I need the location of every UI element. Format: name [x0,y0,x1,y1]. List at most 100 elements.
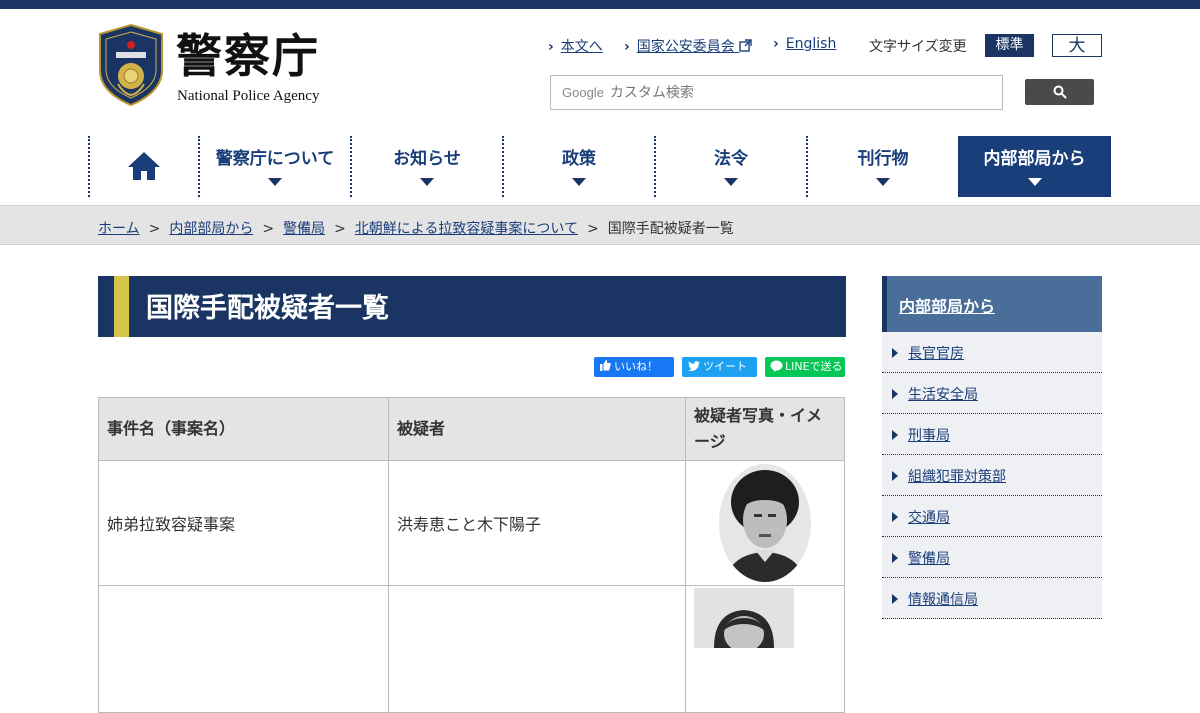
english-link[interactable]: › English [773,36,836,52]
nav-internal-bureaus[interactable]: 内部部局から [958,136,1111,197]
nav-label: 法令 [714,149,748,169]
sidebar-item-secretariat[interactable]: 長官官房 [882,332,1102,373]
sidebar-item-criminal-affairs[interactable]: 刑事局 [882,414,1102,455]
triangle-right-icon [892,389,898,399]
nav-home[interactable] [88,136,198,197]
sidebar-item-traffic[interactable]: 交通局 [882,496,1102,537]
suspect-photo-cell [685,585,845,713]
triangle-right-icon [892,553,898,563]
line-label: LINEで送る [785,360,843,373]
breadcrumb-internal-bureaus[interactable]: 内部部局から [169,221,253,237]
column-header-suspect: 被疑者 [388,397,686,461]
column-header-photo: 被疑者写真・イメージ [685,397,845,461]
link-label: 国家公安委員会 [636,39,735,55]
search-button[interactable] [1025,79,1094,105]
nav-label: 刊行物 [857,149,909,169]
case-name-cell: 姉弟拉致容疑事案 [98,460,389,586]
caret-down-icon [268,178,282,186]
font-size-label: 文字サイズ変更 [869,39,967,55]
logo-title: 警察庁 [176,29,320,83]
breadcrumb-security-bureau[interactable]: 警備局 [283,221,325,237]
site-logo[interactable]: 警察庁 National Police Agency [98,24,338,108]
column-header-case: 事件名（事案名） [98,397,389,461]
sidebar-item-info-communications[interactable]: 情報通信局 [882,578,1102,619]
nav-laws[interactable]: 法令 [654,136,806,197]
sidebar-title: 内部部局から [899,297,996,316]
breadcrumb-home[interactable]: ホーム [98,221,140,237]
table-row: 姉弟拉致容疑事案 洪寿恵こと木下陽子 [98,460,845,586]
public-safety-commission-link[interactable]: › 国家公安委員会 [624,36,752,56]
global-nav: 警察庁について お知らせ 政策 法令 刊行物 内部部局から [88,136,1112,197]
sidebar-item-label: 組織犯罪対策部 [908,469,1006,485]
sidebar-title-link[interactable]: 内部部局から [882,276,1102,332]
twitter-bird-icon [688,361,700,371]
triangle-right-icon [892,430,898,440]
sidebar-item-label: 生活安全局 [908,387,978,403]
nav-publications[interactable]: 刊行物 [806,136,958,197]
suspect-photo-cell [685,460,845,586]
caret-down-icon [420,178,434,186]
sidebar-item-label: 交通局 [908,510,950,526]
nav-label: お知らせ [393,149,461,169]
triangle-right-icon [892,471,898,481]
chevron-right-icon: › [548,39,554,55]
table-header-row: 事件名（事案名） 被疑者 被疑者写真・イメージ [98,397,845,461]
page-title-box: 国際手配被疑者一覧 [98,276,846,337]
page-title: 国際手配被疑者一覧 [146,293,389,324]
font-large-button[interactable]: 大 [1052,34,1102,57]
triangle-right-icon [892,512,898,522]
facebook-like-button[interactable]: いいね！ [594,357,674,377]
sidebar-item-security[interactable]: 警備局 [882,537,1102,578]
link-label: English [785,36,837,52]
facebook-label: いいね！ [614,360,658,373]
sidebar-list: 長官官房 生活安全局 刑事局 組織犯罪対策部 交通局 警備局 情報通信局 [882,332,1102,619]
caret-down-icon [876,178,890,186]
line-share-button[interactable]: LINEで送る [765,357,845,377]
search-placeholder: カスタム検索 [609,84,694,100]
search-brand: Google [562,85,604,100]
suspect-photo [694,588,794,648]
police-emblem-icon [99,24,163,106]
logo-subtitle: National Police Agency [177,88,320,104]
sidebar-item-label: 長官官房 [908,346,964,362]
search-input[interactable]: Google カスタム検索 [550,75,1003,110]
table-row [98,585,845,713]
breadcrumb-separator: > [334,221,346,237]
breadcrumb-separator: > [262,221,275,237]
thumbs-up-icon [600,360,611,371]
breadcrumb-bar: ホーム > 内部部局から > 警備局 > 北朝鮮による拉致容疑事案について > 国際手配被疑者一… [0,205,1200,245]
chevron-right-icon: › [773,36,779,52]
breadcrumb-current: 国際手配被疑者一覧 [607,221,734,237]
caret-down-icon [572,178,586,186]
breadcrumb-abduction-cases[interactable]: 北朝鮮による拉致容疑事案について [355,221,578,237]
triangle-right-icon [892,348,898,358]
search-icon [1053,85,1067,99]
font-standard-button[interactable]: 標準 [985,34,1034,57]
nav-label: 政策 [562,149,596,169]
twitter-label: ツイート [703,360,747,373]
skip-to-content-link[interactable]: › 本文へ [548,36,603,56]
line-logo-icon [770,360,783,372]
breadcrumb-separator: > [148,221,161,237]
suspect-name-cell: 洪寿恵こと木下陽子 [388,460,686,586]
nav-label: 警察庁について [215,149,335,169]
breadcrumb: ホーム > 内部部局から > 警備局 > 北朝鮮による拉致容疑事案について > 国際手配被疑者一… [98,218,734,238]
nav-about[interactable]: 警察庁について [198,136,350,197]
nav-label: 内部部局から [983,149,1086,169]
suspect-photo [719,464,811,582]
sidebar-item-label: 警備局 [908,551,950,567]
sidebar-item-label: 情報通信局 [908,592,978,608]
chevron-right-icon: › [624,39,630,55]
sidebar-item-community-safety[interactable]: 生活安全局 [882,373,1102,414]
twitter-tweet-button[interactable]: ツイート [682,357,757,377]
nav-notices[interactable]: お知らせ [350,136,502,197]
breadcrumb-separator: > [586,221,599,237]
nav-policy[interactable]: 政策 [502,136,654,197]
external-link-icon [739,39,752,52]
case-name-cell [98,585,389,713]
sidebar-item-organized-crime[interactable]: 組織犯罪対策部 [882,455,1102,496]
suspect-name-cell [388,585,686,713]
home-icon [128,152,160,180]
link-label: 本文へ [560,39,603,55]
top-bar [0,0,1200,9]
